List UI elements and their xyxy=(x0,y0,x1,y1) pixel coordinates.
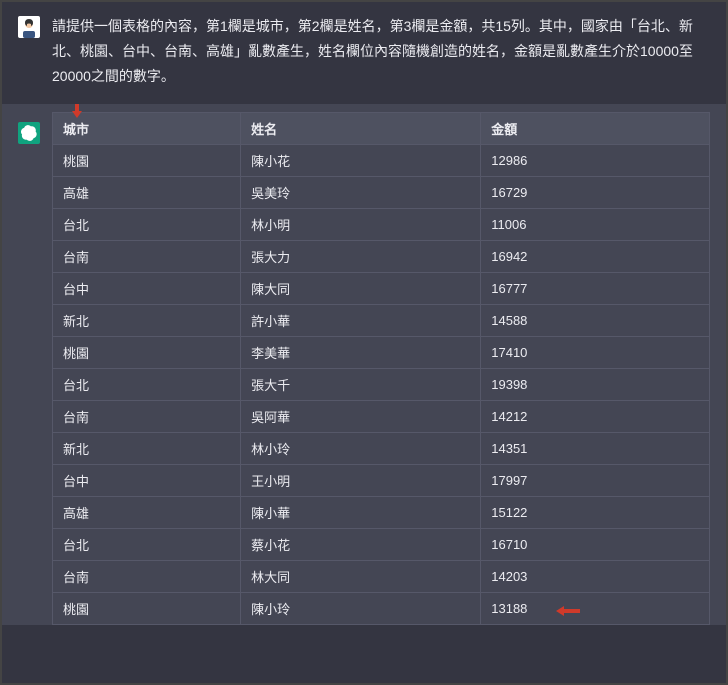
table-cell: 陳小玲 xyxy=(241,592,481,624)
table-row: 台北蔡小花16710 xyxy=(53,528,710,560)
table-cell: 李美華 xyxy=(241,336,481,368)
user-avatar xyxy=(18,16,40,38)
table-cell: 16942 xyxy=(481,240,710,272)
table-cell: 台南 xyxy=(53,560,241,592)
table-cell: 王小明 xyxy=(241,464,481,496)
table-cell: 12986 xyxy=(481,144,710,176)
assistant-avatar xyxy=(18,122,40,144)
table-cell: 新北 xyxy=(53,432,241,464)
col-header-amount: 金額 xyxy=(481,112,710,144)
table-row: 台北林小明11006 xyxy=(53,208,710,240)
table-row: 高雄陳小華15122 xyxy=(53,496,710,528)
table-cell: 陳大同 xyxy=(241,272,481,304)
table-cell: 高雄 xyxy=(53,176,241,208)
table-body: 桃園陳小花12986高雄吳美玲16729台北林小明11006台南張大力16942… xyxy=(53,144,710,624)
table-row: 高雄吳美玲16729 xyxy=(53,176,710,208)
table-row: 台中王小明17997 xyxy=(53,464,710,496)
table-cell: 桃園 xyxy=(53,144,241,176)
table-cell: 17410 xyxy=(481,336,710,368)
table-row: 桃園李美華17410 xyxy=(53,336,710,368)
table-cell: 林大同 xyxy=(241,560,481,592)
col-header-name: 姓名 xyxy=(241,112,481,144)
table-cell: 台北 xyxy=(53,208,241,240)
table-cell: 15122 xyxy=(481,496,710,528)
user-message-row: 請提供一個表格的內容，第1欄是城市，第2欄是姓名，第3欄是金額，共15列。其中，… xyxy=(2,2,726,104)
table-cell: 16710 xyxy=(481,528,710,560)
table-cell: 13188 xyxy=(481,592,710,624)
table-cell: 19398 xyxy=(481,368,710,400)
table-cell: 蔡小花 xyxy=(241,528,481,560)
table-cell: 桃園 xyxy=(53,592,241,624)
table-cell: 吳美玲 xyxy=(241,176,481,208)
table-cell: 台南 xyxy=(53,240,241,272)
table-row: 新北許小華14588 xyxy=(53,304,710,336)
user-message-text: 請提供一個表格的內容，第1欄是城市，第2欄是姓名，第3欄是金額，共15列。其中，… xyxy=(52,12,710,90)
table-row: 台北張大千19398 xyxy=(53,368,710,400)
table-cell: 14588 xyxy=(481,304,710,336)
table-cell: 台中 xyxy=(53,272,241,304)
table-cell: 17997 xyxy=(481,464,710,496)
table-cell: 陳小華 xyxy=(241,496,481,528)
table-cell: 台南 xyxy=(53,400,241,432)
table-cell: 新北 xyxy=(53,304,241,336)
data-table: 城市 姓名 金額 桃園陳小花12986高雄吳美玲16729台北林小明11006台… xyxy=(52,112,710,625)
table-cell: 林小玲 xyxy=(241,432,481,464)
table-cell: 桃園 xyxy=(53,336,241,368)
table-row: 台南吳阿華14212 xyxy=(53,400,710,432)
table-row: 桃園陳小玲13188 xyxy=(53,592,710,624)
annotation-arrow-down-icon xyxy=(72,102,82,123)
table-cell: 張大力 xyxy=(241,240,481,272)
table-row: 桃園陳小花12986 xyxy=(53,144,710,176)
table-cell: 吳阿華 xyxy=(241,400,481,432)
table-row: 台南林大同14203 xyxy=(53,560,710,592)
annotation-arrow-left-icon xyxy=(556,600,580,621)
table-cell: 11006 xyxy=(481,208,710,240)
table-cell: 14203 xyxy=(481,560,710,592)
assistant-table-container: 城市 姓名 金額 桃園陳小花12986高雄吳美玲16729台北林小明11006台… xyxy=(52,104,710,625)
table-cell: 許小華 xyxy=(241,304,481,336)
table-cell: 16729 xyxy=(481,176,710,208)
table-cell: 高雄 xyxy=(53,496,241,528)
table-row: 台中陳大同16777 xyxy=(53,272,710,304)
table-header-row: 城市 姓名 金額 xyxy=(53,112,710,144)
assistant-message-row: 城市 姓名 金額 桃園陳小花12986高雄吳美玲16729台北林小明11006台… xyxy=(2,104,726,625)
table-cell: 台中 xyxy=(53,464,241,496)
table-cell: 台北 xyxy=(53,528,241,560)
table-cell: 16777 xyxy=(481,272,710,304)
table-row: 新北林小玲14351 xyxy=(53,432,710,464)
table-cell: 14351 xyxy=(481,432,710,464)
table-cell: 林小明 xyxy=(241,208,481,240)
table-cell: 台北 xyxy=(53,368,241,400)
table-row: 台南張大力16942 xyxy=(53,240,710,272)
table-cell: 14212 xyxy=(481,400,710,432)
table-cell: 陳小花 xyxy=(241,144,481,176)
table-cell: 張大千 xyxy=(241,368,481,400)
